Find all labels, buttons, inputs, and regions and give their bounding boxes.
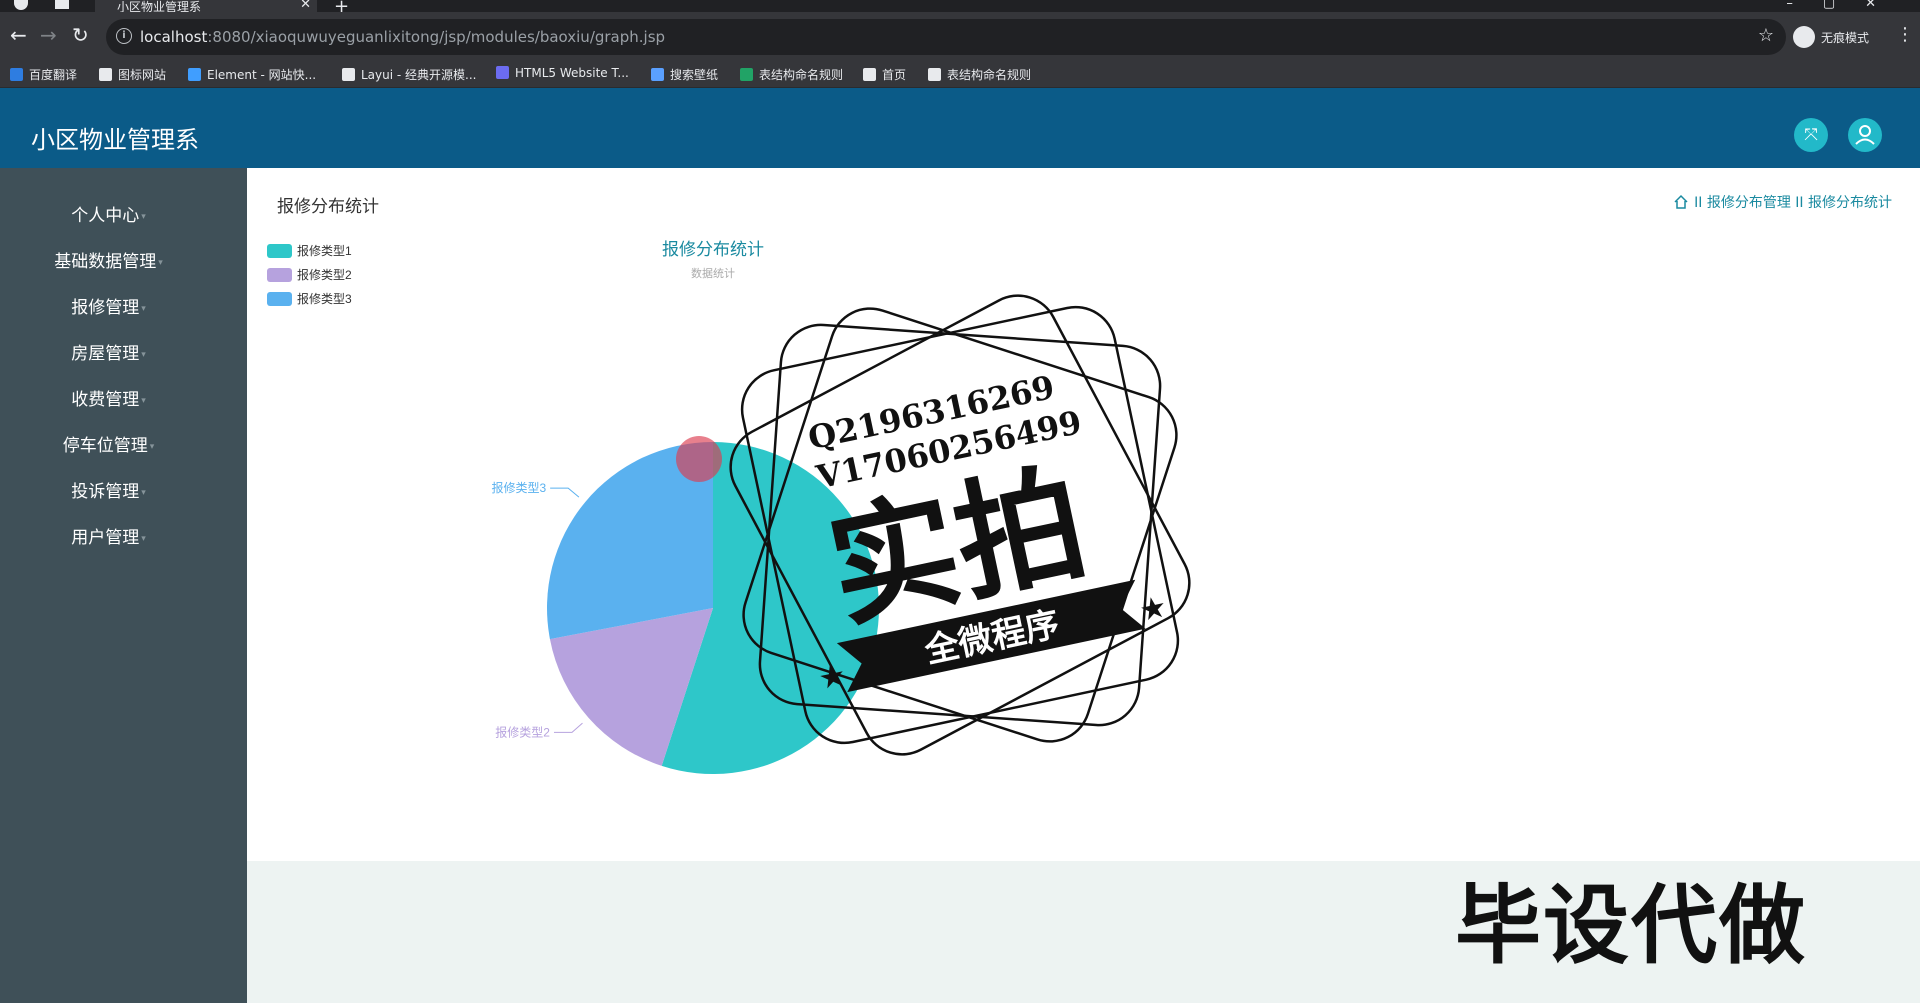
slice-label: 报修类型3	[491, 480, 546, 495]
chart-subtitle: 数据统计	[691, 266, 735, 280]
element-icon	[188, 68, 201, 81]
sidebar-item-parking[interactable]: 停车位管理 ▾	[0, 431, 217, 456]
bookmark-item[interactable]: 百度翻译	[10, 66, 77, 84]
legend-label[interactable]: 报修类型1	[297, 243, 352, 258]
bookmark-item[interactable]: 首页	[863, 66, 906, 84]
tab-favicon-icon	[55, 0, 69, 9]
browser-tab[interactable]: 小区物业管理系 ✕	[95, 0, 317, 14]
chevron-down-icon: ▾	[141, 396, 146, 406]
browser-toolbar: ← → ↻ i localhost:8080/xiaoquwuyeguanlix…	[0, 12, 1920, 62]
address-bar[interactable]: i localhost:8080/xiaoquwuyeguanlixitong/…	[106, 19, 1786, 55]
url-text[interactable]: localhost:8080/xiaoquwuyeguanlixitong/js…	[140, 28, 665, 46]
label-line	[553, 722, 583, 733]
sidebar-item-billing[interactable]: 收费管理 ▾	[0, 385, 217, 410]
app-title: 小区物业管理系	[31, 126, 199, 154]
browser-logo-icon	[14, 0, 28, 10]
chevron-down-icon: ▾	[141, 350, 146, 360]
tab-close-icon[interactable]: ✕	[300, 0, 311, 12]
chevron-down-icon: ▾	[158, 258, 163, 268]
window-controls[interactable]: –▢✕	[1786, 0, 1906, 11]
baidu-translate-icon	[10, 68, 23, 81]
sidebar-item-repair[interactable]: 报修管理 ▾	[0, 293, 217, 318]
wallpaper-icon	[651, 68, 664, 81]
chevron-down-icon: ▾	[141, 304, 146, 314]
chevron-down-icon: ▾	[141, 212, 146, 222]
sidebar-item-housing[interactable]: 房屋管理 ▾	[0, 339, 217, 364]
bookmark-item[interactable]: 图标网站	[99, 66, 166, 84]
sidebar-item-users[interactable]: 用户管理 ▾	[0, 523, 217, 548]
sidebar-item-complaints[interactable]: 投诉管理 ▾	[0, 477, 217, 502]
sidebar-item-label: 停车位管理	[62, 436, 148, 456]
globe-icon	[863, 68, 876, 81]
site-info-icon[interactable]: i	[116, 28, 132, 44]
legend-label[interactable]: 报修类型3	[297, 291, 352, 306]
layui-icon	[342, 68, 355, 81]
forward-icon[interactable]: →	[40, 25, 57, 45]
bookmark-item[interactable]: Element - 网站快...	[188, 66, 316, 84]
sidebar-item-label: 房屋管理	[71, 344, 140, 364]
sidebar-item-label: 基础数据管理	[54, 252, 157, 272]
watermark-stamp: Q2196316269 V1706025649​9 实拍 全微程序 ★ ★	[729, 294, 1191, 756]
legend-label[interactable]: 报修类型2	[297, 267, 352, 282]
sheet-icon	[740, 68, 753, 81]
bookmarks-bar: 百度翻译 图标网站 Element - 网站快... Layui - 经典开源模…	[0, 62, 1920, 88]
chevron-down-icon: ▾	[141, 488, 146, 498]
fullscreen-icon[interactable]: ⤧	[1794, 118, 1828, 152]
star-icon: ★	[816, 657, 850, 697]
back-icon[interactable]: ←	[10, 25, 27, 45]
html5-icon	[496, 66, 509, 79]
bookmark-star-icon[interactable]: ☆	[1758, 25, 1774, 46]
legend-swatch[interactable]	[267, 244, 292, 258]
sidebar-item-label: 用户管理	[71, 528, 140, 548]
user-icon[interactable]	[1848, 118, 1882, 152]
bookmark-item[interactable]: HTML5 Website T...	[496, 66, 629, 84]
chevron-down-icon: ▾	[149, 442, 155, 452]
reload-icon[interactable]: ↻	[72, 25, 89, 45]
incognito-label: 无痕模式	[1821, 31, 1870, 45]
chart-title: 报修分布统计	[662, 240, 764, 259]
bookmark-item[interactable]: 搜索壁纸	[651, 66, 718, 84]
sidebar-item-label: 投诉管理	[71, 482, 140, 502]
star-icon: ★	[1136, 589, 1170, 629]
chart-legend: 报修类型1 报修类型2 报修类型3	[267, 243, 352, 306]
sidebar-item-personal[interactable]: 个人中心 ▾	[0, 201, 217, 226]
watermark-corner-text: 毕设代做	[1455, 876, 1807, 976]
globe-icon	[928, 68, 941, 81]
bookmark-item[interactable]: 表结构命名规则	[928, 66, 1031, 84]
flag-icon	[99, 68, 112, 81]
legend-swatch[interactable]	[267, 292, 292, 306]
sidebar-item-label: 收费管理	[71, 390, 140, 410]
sidebar-item-label: 报修管理	[71, 298, 140, 318]
slice-label: 报修类型2	[495, 724, 550, 739]
incognito-icon	[1793, 26, 1815, 48]
browser-titlebar: 小区物业管理系 ✕ + –▢✕	[0, 0, 1920, 17]
sidebar: 个人中心 ▾ 基础数据管理 ▾ 报修管理 ▾ 房屋管理 ▾ 收费管理 ▾ 停车位管理 ▾ 投…	[0, 168, 247, 1003]
cursor-highlight	[676, 436, 722, 482]
app-header: 小区物业管理系 ⤧	[0, 88, 1920, 168]
sidebar-item-label: 个人中心	[71, 206, 140, 226]
legend-swatch[interactable]	[267, 268, 292, 282]
label-line	[550, 487, 580, 498]
chevron-down-icon: ▾	[141, 534, 146, 544]
bookmark-item[interactable]: 表结构命名规则	[740, 66, 843, 84]
sidebar-item-basic-data[interactable]: 基础数据管理 ▾	[0, 247, 217, 272]
bookmark-item[interactable]: Layui - 经典开源模...	[342, 66, 476, 84]
browser-menu-icon[interactable]: ⋮	[1896, 24, 1914, 45]
